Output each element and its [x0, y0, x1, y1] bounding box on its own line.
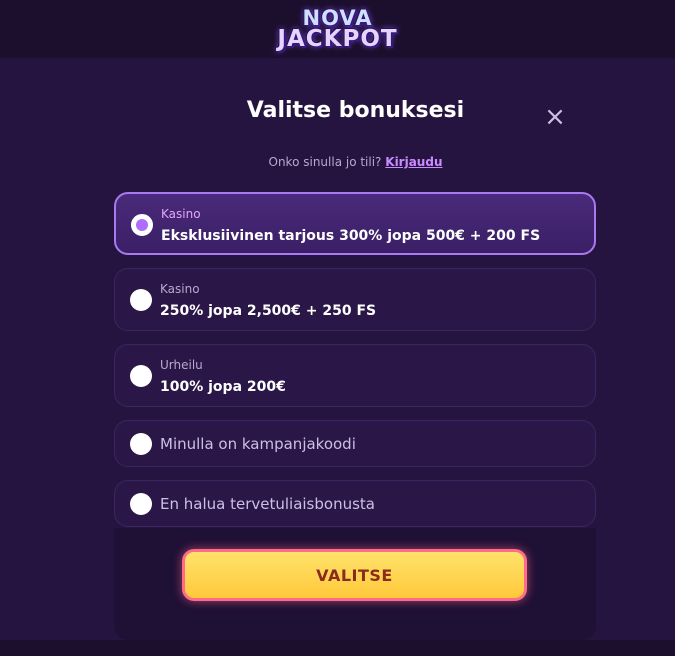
radio-selected-icon[interactable]	[131, 214, 153, 236]
select-bonus-button[interactable]: VALITSE	[182, 549, 527, 601]
modal-title: Valitse bonuksesi	[246, 98, 465, 123]
login-link[interactable]: Kirjaudu	[385, 155, 442, 169]
bonus-option-promo-code[interactable]: Minulla on kampanjakoodi	[114, 420, 596, 467]
bonus-option-casino-exclusive[interactable]: Kasino Eksklusiivinen tarjous 300% jopa …	[114, 192, 596, 255]
top-bar: NOVA JACKPOT	[0, 0, 675, 58]
bonus-option-casino-250[interactable]: Kasino 250% jopa 2,500€ + 250 FS	[114, 268, 596, 331]
option-text: Minulla on kampanjakoodi	[160, 435, 356, 453]
radio-icon[interactable]	[130, 365, 152, 387]
login-prompt-text: Onko sinulla jo tili?	[268, 155, 382, 169]
radio-icon[interactable]	[130, 493, 152, 515]
option-category: Kasino	[161, 207, 201, 221]
radio-icon[interactable]	[130, 289, 152, 311]
option-text: 250% jopa 2,500€ + 250 FS	[160, 303, 377, 319]
close-icon[interactable]: ×	[543, 104, 567, 130]
option-text: En halua tervetuliaisbonusta	[160, 495, 375, 513]
bonus-option-no-bonus[interactable]: En halua tervetuliaisbonusta	[114, 480, 596, 527]
option-text: 100% jopa 200€	[160, 379, 286, 395]
logo-line-2: JACKPOT	[277, 26, 398, 52]
option-category: Kasino	[160, 282, 200, 296]
radio-icon[interactable]	[130, 433, 152, 455]
login-prompt-line: Onko sinulla jo tili? Kirjaudu	[0, 155, 675, 169]
bonus-option-sports[interactable]: Urheilu 100% jopa 200€	[114, 344, 596, 407]
option-text: Eksklusiivinen tarjous 300% jopa 500€ + …	[161, 228, 541, 244]
bottom-bar	[0, 640, 675, 656]
option-category: Urheilu	[160, 358, 203, 372]
nova-jackpot-logo[interactable]: NOVA JACKPOT	[273, 4, 403, 54]
